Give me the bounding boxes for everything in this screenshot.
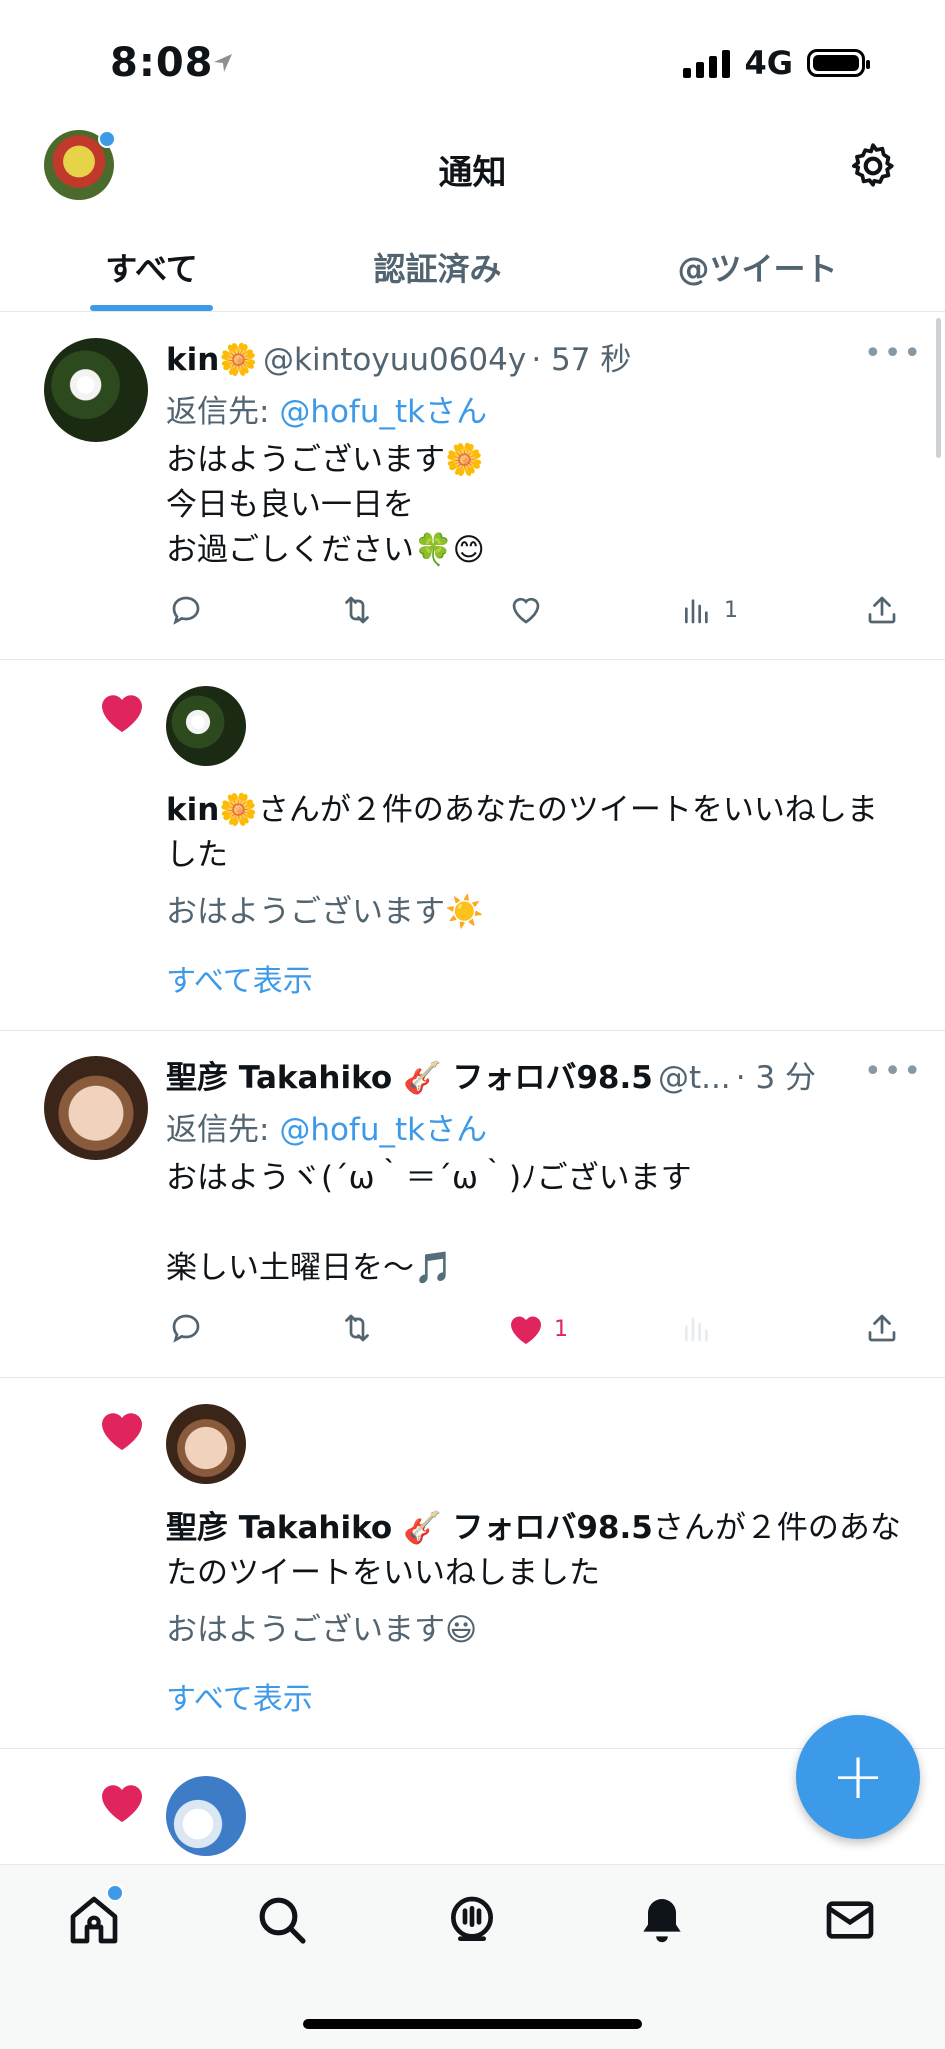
scrollbar[interactable] bbox=[936, 318, 941, 458]
heart-icon bbox=[102, 695, 142, 732]
location-arrow-icon bbox=[214, 54, 232, 72]
tweet-body: おはようございます🌼 今日も良い一日を お過ごしください🍀😊 bbox=[166, 442, 485, 568]
reply-prefix: 返信先: bbox=[166, 394, 280, 430]
views-icon bbox=[685, 1317, 708, 1342]
retweet-icon[interactable] bbox=[338, 1310, 376, 1346]
home-indicator bbox=[303, 2019, 642, 2029]
like-count: 1 bbox=[554, 1316, 568, 1342]
handle[interactable]: @kintoyuu0604y bbox=[263, 342, 526, 378]
search-icon[interactable] bbox=[254, 1892, 310, 1948]
reply-context: 返信先: @hofu_tkさん bbox=[166, 1104, 487, 1149]
divider bbox=[0, 1030, 945, 1031]
reply-context: 返信先: @hofu_tkさん bbox=[166, 386, 487, 431]
unread-dot bbox=[106, 1884, 124, 1902]
reply-to-link[interactable]: @hofu_tk bbox=[279, 394, 425, 430]
actor-name[interactable]: kin🌼 bbox=[166, 792, 258, 828]
reply-suffix: さん bbox=[425, 1112, 488, 1148]
page-title: 通知 bbox=[438, 153, 507, 193]
tab-all[interactable]: すべて bbox=[60, 244, 243, 290]
retweet-icon[interactable] bbox=[338, 592, 376, 628]
divider bbox=[0, 311, 945, 312]
timestamp: · 57 秒 bbox=[531, 342, 632, 378]
display-name[interactable]: kin🌼 bbox=[166, 342, 258, 378]
heart-icon bbox=[102, 1413, 142, 1450]
display-name[interactable]: 聖彦 Takahiko 🎸 フォロバ98.5 bbox=[166, 1060, 653, 1096]
tweet-header: 聖彦 Takahiko 🎸 フォロバ98.5 @t... · 3 分 bbox=[166, 1052, 846, 1097]
reply-prefix: 返信先: bbox=[166, 1112, 280, 1148]
tweet-header: kin🌼 @kintoyuu0604y · 57 秒 bbox=[166, 334, 631, 379]
avatar[interactable] bbox=[44, 1056, 148, 1160]
signal-icon bbox=[683, 48, 731, 78]
reply-icon[interactable] bbox=[168, 592, 204, 628]
compose-button[interactable]: + bbox=[796, 1715, 920, 1839]
liked-tweet-preview: おはようございます☀️ bbox=[166, 894, 484, 930]
battery-icon bbox=[807, 49, 870, 77]
messages-icon[interactable] bbox=[822, 1892, 878, 1948]
views-icon bbox=[685, 599, 708, 624]
heart-icon bbox=[102, 1785, 142, 1822]
liked-tweet-preview: おはようございます😃 bbox=[166, 1612, 478, 1648]
tweet-body: おはようヾ(´ω｀＝´ω｀)ﾉございます 楽しい土曜日を〜🎵 bbox=[166, 1160, 692, 1286]
show-all-link[interactable]: すべて表示 bbox=[166, 1674, 313, 1718]
reply-icon[interactable] bbox=[168, 1310, 204, 1346]
avatar[interactable] bbox=[166, 1776, 246, 1856]
views-action[interactable]: 1 bbox=[680, 594, 738, 626]
actor-name[interactable]: 聖彦 Takahiko 🎸 フォロバ98.5 bbox=[166, 1510, 653, 1546]
divider bbox=[0, 659, 945, 660]
reply-to-link[interactable]: @hofu_tk bbox=[279, 1112, 425, 1148]
network-type: 4G bbox=[744, 44, 793, 82]
notifications-icon[interactable] bbox=[634, 1892, 690, 1948]
more-icon[interactable]: ••• bbox=[864, 1054, 923, 1089]
like-text: 聖彦 Takahiko 🎸 フォロバ98.5さんが２件のあなたのツイートをいいね… bbox=[166, 1506, 906, 1596]
reply-suffix: さん bbox=[425, 394, 488, 430]
share-icon[interactable] bbox=[864, 592, 900, 628]
like-text: kin🌼さんが２件のあなたのツイートをいいねしました bbox=[166, 788, 906, 878]
tab-verified[interactable]: 認証済み bbox=[330, 244, 545, 290]
status-indicators: 4G bbox=[683, 44, 870, 82]
spaces-icon[interactable] bbox=[444, 1892, 500, 1948]
divider bbox=[0, 1377, 945, 1378]
avatar[interactable] bbox=[166, 1404, 246, 1484]
avatar[interactable] bbox=[166, 686, 246, 766]
handle[interactable]: @t... bbox=[658, 1060, 731, 1096]
status-time: 8:08 bbox=[110, 40, 214, 86]
avatar[interactable] bbox=[44, 338, 148, 442]
timestamp: · 3 分 bbox=[735, 1060, 817, 1096]
views-count: 1 bbox=[724, 597, 738, 623]
share-icon[interactable] bbox=[864, 1310, 900, 1346]
more-icon[interactable]: ••• bbox=[864, 336, 923, 371]
show-all-link[interactable]: すべて表示 bbox=[166, 956, 313, 1000]
like-message: さんが２件のあなたのツイートをいいねしました bbox=[166, 792, 878, 873]
liked-heart-icon bbox=[511, 1316, 541, 1344]
gear-icon[interactable] bbox=[848, 141, 898, 191]
like-icon[interactable] bbox=[508, 592, 544, 628]
tab-mentions[interactable]: @ツイート bbox=[640, 244, 875, 290]
like-action[interactable]: 1 bbox=[508, 1312, 568, 1346]
